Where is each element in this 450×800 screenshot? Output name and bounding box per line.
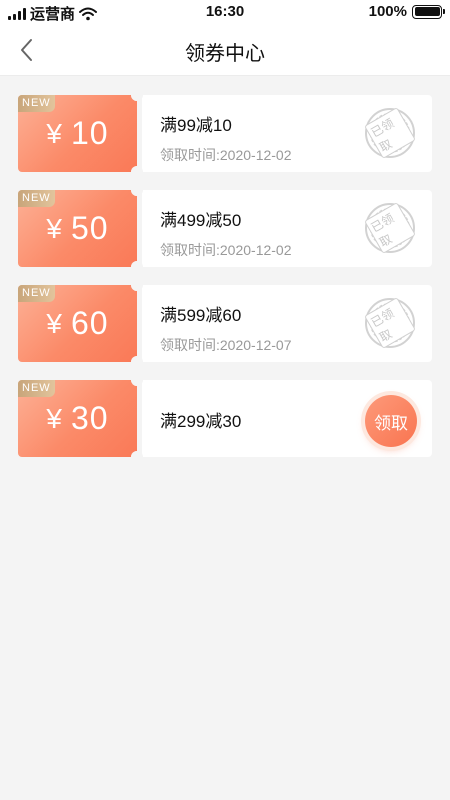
status-right: 100% [368,3,445,20]
status-bar: 运营商 16:30 100% [0,0,450,24]
page-title: 领券中心 [185,43,265,65]
claim-button[interactable]: 领取 [365,395,417,447]
claimed-stamp: 已领取 [364,202,416,254]
coupon-value-panel: NEW ¥ 10 [18,89,143,178]
coupon-card: NEW ¥ 60 满599减60 领取时间:2020-12-07 已领取 [18,279,432,368]
coupon-info-panel: 满499减50 领取时间:2020-12-02 已领取 [131,184,432,273]
coupon-card: NEW ¥ 30 满299减30 领取 [18,374,432,463]
new-badge: NEW [18,380,55,397]
claimed-stamp: 已领取 [364,297,416,349]
coupon-value-panel: NEW ¥ 60 [18,279,143,368]
currency-symbol: ¥ [46,117,63,149]
coupon-card: NEW ¥ 10 满99减10 领取时间:2020-12-02 已领取 [18,89,432,178]
coupon-amount: 50 [70,210,109,246]
coupon-list: NEW ¥ 10 满99减10 领取时间:2020-12-02 已领取 NEW … [0,76,450,463]
coupon-info-panel: 满299减30 领取 [131,374,432,463]
battery-icon [412,4,445,19]
new-badge: NEW [18,95,55,112]
coupon-value-panel: NEW ¥ 50 [18,184,143,273]
new-badge: NEW [18,190,55,207]
claimed-stamp: 已领取 [364,107,416,159]
currency-symbol: ¥ [46,402,63,434]
nav-bar: 领券中心 [0,24,450,76]
battery-percent: 100% [368,3,407,20]
coupon-value-panel: NEW ¥ 30 [18,374,143,463]
new-badge: NEW [18,285,55,302]
coupon-card: NEW ¥ 50 满499减50 领取时间:2020-12-02 已领取 [18,184,432,273]
coupon-amount: 60 [70,305,109,341]
coupon-amount: 10 [70,115,109,151]
coupon-info-panel: 满99减10 领取时间:2020-12-02 已领取 [131,89,432,178]
coupon-amount: 30 [70,400,109,436]
currency-symbol: ¥ [46,307,63,339]
coupon-info-panel: 满599减60 领取时间:2020-12-07 已领取 [131,279,432,368]
currency-symbol: ¥ [46,212,63,244]
